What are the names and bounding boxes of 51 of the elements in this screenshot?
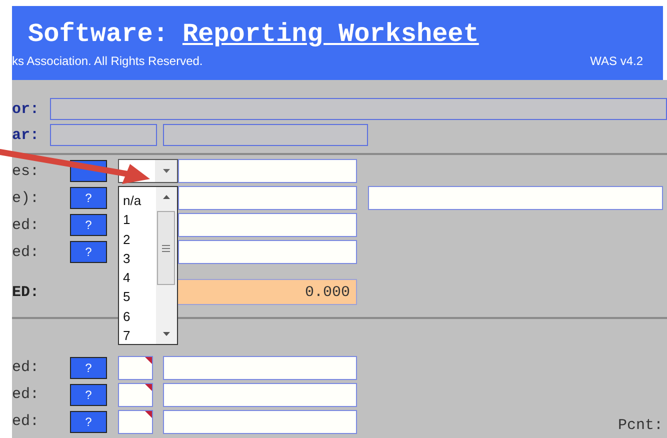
field-label: ed: (12, 244, 40, 260)
input-field[interactable] (163, 382, 357, 406)
caret-icon (162, 169, 170, 173)
version-text: WAS v4.2 (590, 54, 643, 68)
input-field[interactable] (178, 159, 357, 183)
help-button[interactable]: ? (70, 241, 107, 263)
field-label: ed: (12, 359, 40, 376)
dropdown-option[interactable]: 2 (123, 230, 156, 249)
input-field[interactable] (163, 124, 368, 146)
field-label: ar: (12, 126, 40, 144)
comment-marker-icon (145, 356, 152, 364)
input-field[interactable] (118, 382, 153, 406)
field-label: es: (12, 162, 40, 180)
comment-marker-icon (145, 384, 152, 390)
comment-marker-icon (145, 410, 152, 418)
input-field[interactable] (178, 213, 357, 237)
dropdown-option[interactable]: 6 (123, 306, 156, 326)
help-button[interactable]: ? (70, 410, 107, 432)
input-field[interactable] (178, 240, 357, 264)
scrollbar[interactable] (156, 187, 177, 344)
input-field[interactable] (50, 98, 667, 120)
input-field[interactable] (163, 356, 357, 380)
scroll-thumb[interactable] (157, 211, 175, 285)
scroll-down-icon (163, 332, 170, 336)
app-title: Software: (28, 19, 168, 49)
field-label: ed: (12, 216, 40, 234)
input-field[interactable] (368, 186, 663, 210)
dropdown-option[interactable]: 3 (123, 248, 156, 268)
input-field[interactable] (50, 124, 157, 146)
input-field[interactable] (178, 186, 357, 210)
total-label: ED: (12, 284, 40, 300)
dropdown-option[interactable]: 5 (123, 287, 156, 307)
help-button[interactable]: ? (70, 214, 107, 236)
field-label: e): (12, 190, 40, 206)
help-button[interactable]: ? (70, 356, 107, 378)
field-label: ed: (12, 413, 40, 430)
pcnt-label: Pcnt: (618, 417, 663, 434)
help-button[interactable]: ? (70, 384, 107, 406)
help-button[interactable]: ? (70, 187, 107, 209)
dropdown-option[interactable]: 1 (123, 210, 156, 230)
dropdown-option[interactable]: 7 (123, 326, 156, 346)
input-field[interactable] (163, 410, 357, 434)
scroll-up-icon (163, 195, 170, 199)
input-field[interactable] (118, 410, 153, 434)
worksheet-link[interactable]: Reporting Worksheet (182, 19, 479, 49)
field-label: or: (12, 100, 40, 118)
input-field[interactable] (118, 356, 153, 380)
copyright-text: ks Association. All Rights Reserved. (12, 54, 203, 68)
field-label: ed: (12, 386, 40, 403)
grip-icon (162, 244, 170, 252)
dropdown-option[interactable]: n/a (123, 191, 156, 210)
